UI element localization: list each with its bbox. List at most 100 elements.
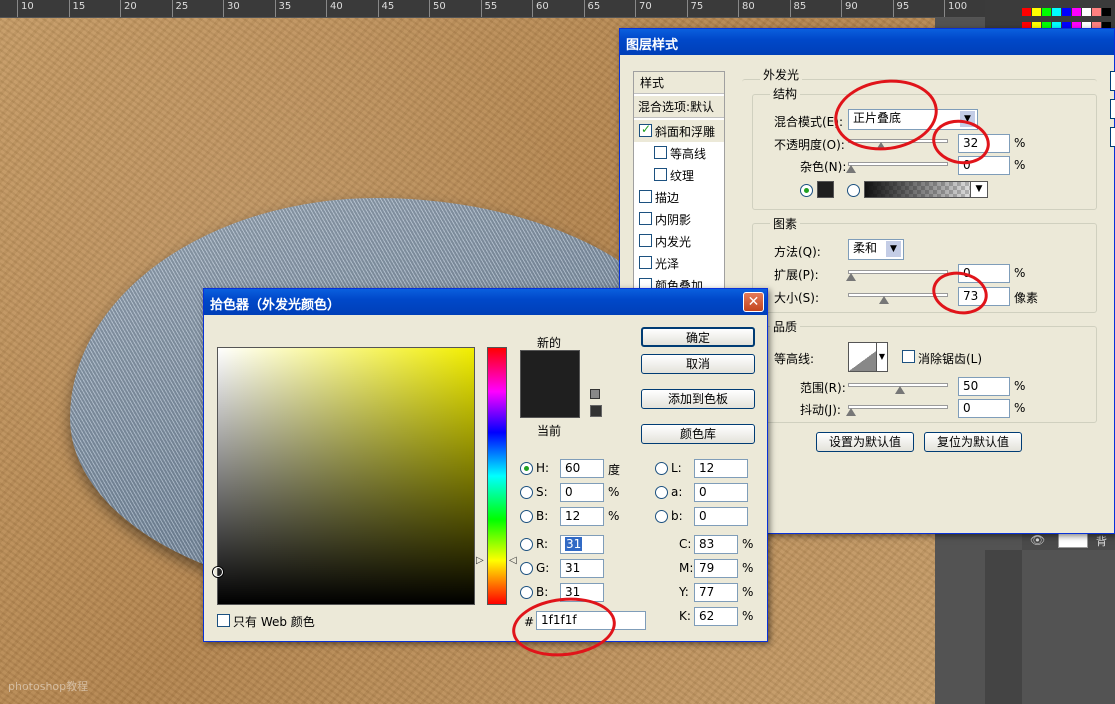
color-mode-radio[interactable]: [520, 510, 533, 523]
channel-input[interactable]: 12: [694, 459, 748, 478]
add-to-swatches-button[interactable]: 添加到色板: [641, 389, 755, 409]
channel-input[interactable]: 0: [694, 483, 748, 502]
channel-input[interactable]: 12: [560, 507, 604, 526]
slider-thumb[interactable]: [895, 386, 905, 394]
reset-default-button[interactable]: 复位为默认值: [924, 432, 1022, 452]
noise-slider[interactable]: [846, 162, 948, 173]
watermark: photoshop教程: [8, 680, 89, 693]
solid-color-radio[interactable]: [800, 184, 813, 197]
style-item[interactable]: 斜面和浮雕: [634, 120, 724, 142]
swatch[interactable]: [1102, 8, 1111, 16]
cancel-button[interactable]: 取消: [641, 354, 755, 374]
style-item[interactable]: 等高线: [634, 142, 724, 164]
style-item[interactable]: 描边: [634, 186, 724, 208]
color-mode-radio[interactable]: [520, 562, 533, 575]
method-select[interactable]: 柔和 ▼: [848, 239, 904, 260]
channel-input[interactable]: 0: [560, 483, 604, 502]
swatch[interactable]: [1062, 8, 1071, 16]
dialog-side-button[interactable]: [1110, 127, 1115, 147]
ruler-tick: 20: [120, 0, 137, 17]
chevron-down-icon[interactable]: ▼: [970, 181, 988, 198]
swatch[interactable]: [1032, 8, 1041, 16]
blend-options-item[interactable]: 混合选项:默认: [634, 96, 724, 118]
jitter-slider[interactable]: [846, 405, 948, 416]
channel-input[interactable]: 83: [694, 535, 738, 554]
color-libraries-button[interactable]: 颜色库: [641, 424, 755, 444]
chevron-down-icon[interactable]: ▼: [876, 342, 888, 372]
color-mode-radio[interactable]: [520, 538, 533, 551]
color-mode-radio[interactable]: [655, 462, 668, 475]
hue-arrow-right[interactable]: ◁: [509, 555, 517, 566]
layer-style-titlebar[interactable]: 图层样式: [620, 29, 1114, 55]
spread-slider[interactable]: [846, 270, 948, 281]
swatch[interactable]: [1022, 8, 1031, 16]
ruler-tick: 45: [377, 0, 394, 17]
glow-color-swatch[interactable]: [817, 181, 834, 198]
channel-input[interactable]: 60: [560, 459, 604, 478]
style-checkbox[interactable]: [639, 212, 652, 225]
style-checkbox[interactable]: [654, 146, 667, 159]
channel-input[interactable]: 31: [560, 559, 604, 578]
hue-slider[interactable]: [487, 347, 507, 605]
percent-label: %: [1014, 379, 1026, 393]
color-mode-radio[interactable]: [520, 486, 533, 499]
slider-thumb[interactable]: [846, 165, 856, 173]
style-checkbox[interactable]: [654, 168, 667, 181]
antialias-checkbox[interactable]: [902, 350, 915, 363]
color-mode-radio[interactable]: [655, 486, 668, 499]
cube-icon[interactable]: [590, 389, 600, 399]
style-checkbox[interactable]: [639, 122, 652, 137]
channel-input[interactable]: 62: [694, 607, 738, 626]
swatch[interactable]: [1072, 8, 1081, 16]
ruler-tick: 100: [944, 0, 967, 17]
current-color-swatch[interactable]: [520, 384, 580, 418]
swatch[interactable]: [1042, 8, 1051, 16]
style-item[interactable]: 内发光: [634, 230, 724, 252]
swatches-grid[interactable]: [1022, 6, 1115, 30]
color-mode-radio[interactable]: [655, 510, 668, 523]
style-item[interactable]: 内阴影: [634, 208, 724, 230]
ok-button[interactable]: 确定: [641, 327, 755, 347]
ruler-tick: 10: [17, 0, 34, 17]
style-item[interactable]: 光泽: [634, 252, 724, 274]
color-picker-titlebar[interactable]: 拾色器（外发光颜色） ✕: [204, 289, 767, 315]
dialog-side-button[interactable]: [1110, 71, 1115, 91]
slider-thumb[interactable]: [879, 296, 889, 304]
range-slider[interactable]: [848, 383, 948, 394]
style-checkbox[interactable]: [639, 190, 652, 203]
style-item-label: 内发光: [655, 235, 692, 249]
channel-input[interactable]: 77: [694, 583, 738, 602]
web-colors-checkbox[interactable]: [217, 614, 230, 627]
hue-arrow-left[interactable]: ▷: [476, 555, 484, 566]
jitter-input[interactable]: 0: [958, 399, 1010, 418]
slider-thumb[interactable]: [846, 273, 856, 281]
ruler-tick: 90: [841, 0, 858, 17]
close-icon[interactable]: ✕: [743, 292, 764, 312]
style-checkbox[interactable]: [639, 234, 652, 247]
percent-label: %: [1014, 158, 1026, 172]
style-item-label: 内阴影: [655, 213, 692, 227]
style-item[interactable]: 纹理: [634, 164, 724, 186]
dialog-side-button[interactable]: [1110, 99, 1115, 119]
web-safe-swatch-icon[interactable]: [590, 405, 602, 417]
ruler-tick-label: 80: [742, 1, 755, 12]
gradient-radio[interactable]: [847, 184, 860, 197]
color-field-marker[interactable]: [213, 567, 223, 577]
styles-header[interactable]: 样式: [634, 72, 724, 94]
eye-icon[interactable]: 👁: [1030, 533, 1045, 547]
color-mode-radio[interactable]: [520, 586, 533, 599]
panel-dock: [985, 550, 1022, 704]
channel-input[interactable]: 31: [560, 535, 604, 554]
channel-input[interactable]: 0: [694, 507, 748, 526]
color-field[interactable]: [213, 347, 475, 605]
style-checkbox[interactable]: [639, 256, 652, 269]
color-mode-radio[interactable]: [520, 462, 533, 475]
make-default-button[interactable]: 设置为默认值: [816, 432, 914, 452]
channel-input[interactable]: 79: [694, 559, 738, 578]
swatch[interactable]: [1082, 8, 1091, 16]
slider-thumb[interactable]: [846, 408, 856, 416]
dialog-title: 拾色器（外发光颜色）: [210, 298, 341, 313]
swatch[interactable]: [1052, 8, 1061, 16]
swatch[interactable]: [1092, 8, 1101, 16]
range-input[interactable]: 50: [958, 377, 1010, 396]
